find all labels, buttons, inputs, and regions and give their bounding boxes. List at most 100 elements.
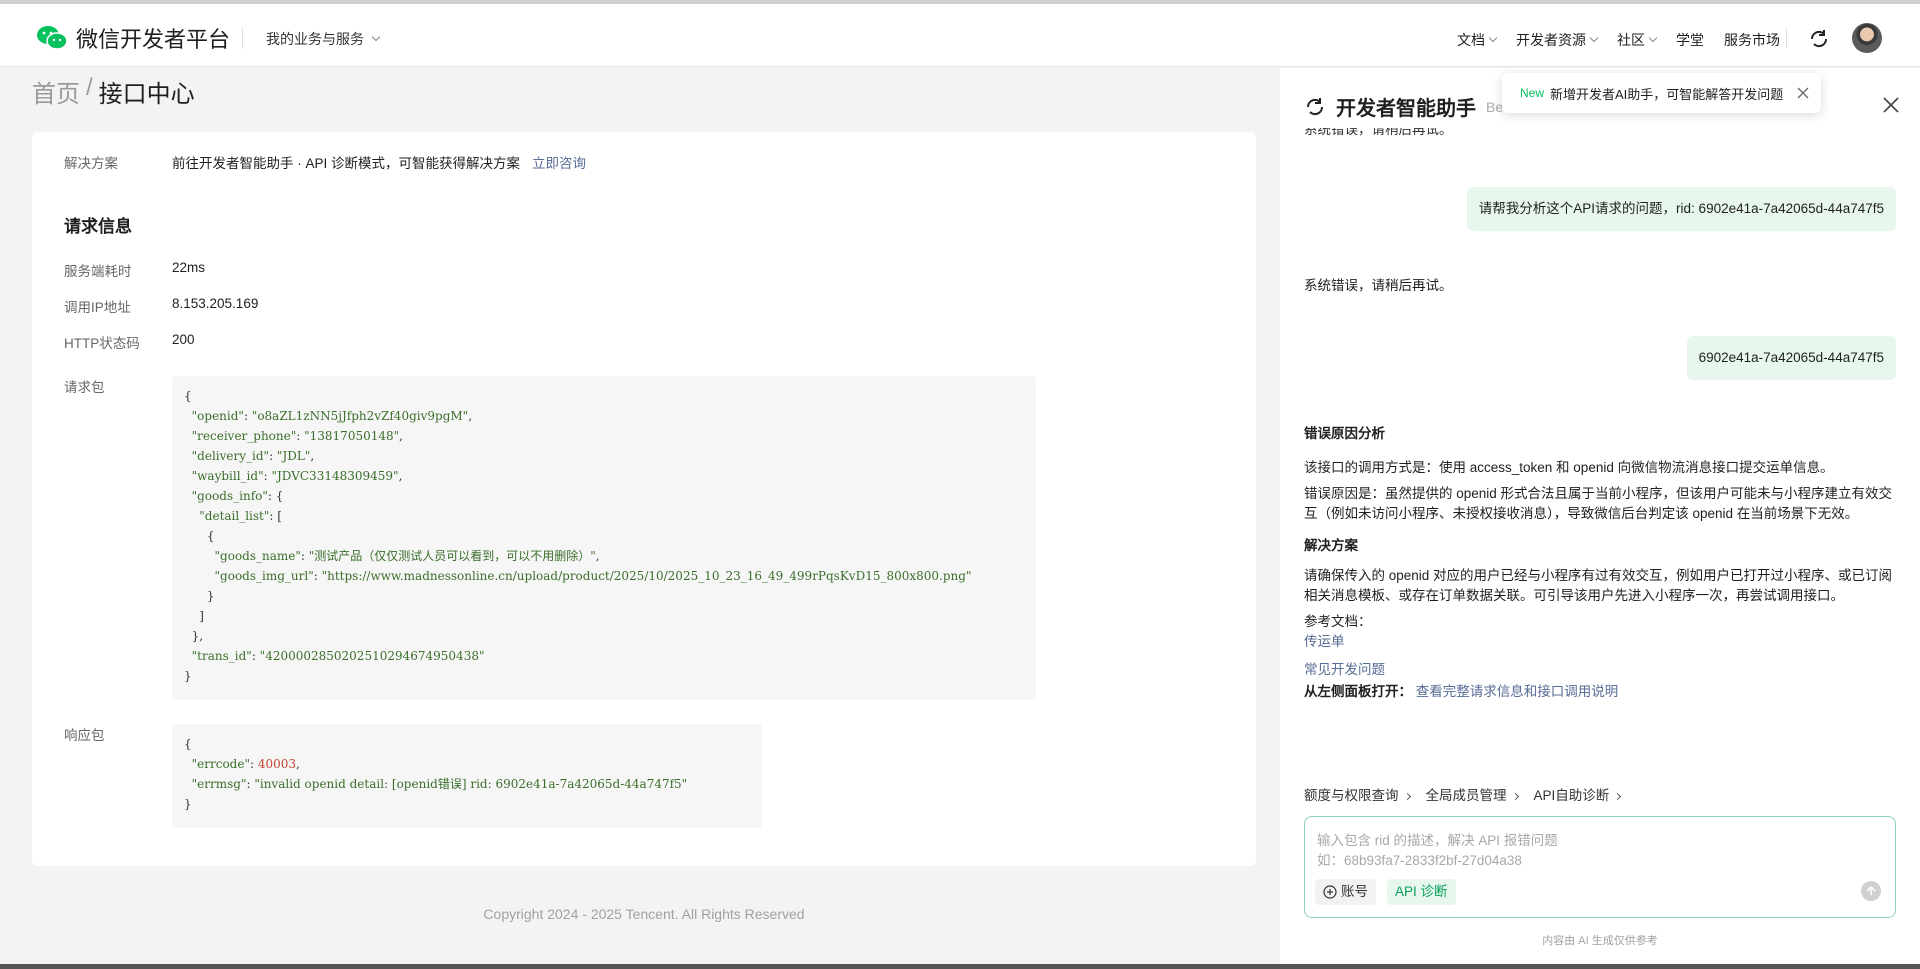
json-value: "4200002850202510294674950438" [259, 649, 485, 663]
quick-action-api-diagnose-label: API自助诊断 [1533, 788, 1610, 803]
nav-community[interactable]: 社区 [1617, 30, 1658, 50]
quick-action-quota-label: 额度与权限查询 [1304, 788, 1399, 803]
logo-text: 微信开发者平台 [76, 27, 231, 52]
assistant-title: 开发者智能助手 [1336, 98, 1476, 120]
cause-paragraph: 该接口的调用方式是：使用 access_token 和 openid 向微信物流… [1304, 460, 1834, 475]
json-value: "JDL" [276, 449, 311, 463]
nav-dev-resources-label: 开发者资源 [1516, 32, 1586, 48]
send-button[interactable] [1861, 881, 1881, 901]
nav-divider-right [1786, 28, 1787, 48]
json-value: "https://www.madnessonline.cn/upload/pro… [321, 569, 972, 583]
top-navbar: 微信开发者平台 我的业务与服务 文档 开发者资源 社区 学堂 服务市场 [0, 0, 1920, 67]
account-chip-label: 账号 [1341, 884, 1368, 899]
quick-action-api-diagnose[interactable]: API自助诊断 [1533, 784, 1622, 804]
open-left-link[interactable]: 查看完整请求信息和接口调用说明 [1416, 684, 1619, 699]
chevron-down-icon [1648, 33, 1658, 43]
consult-now-link[interactable]: 立即咨询 [532, 152, 586, 172]
new-badge: New [1520, 86, 1545, 100]
ai-message-partial-text: 系统错误，请稍后再试。 [1304, 128, 1453, 137]
chat-input-box[interactable]: 输入包含 rid 的描述，解决 API 报错问题 如：68b93fa7-2833… [1304, 816, 1896, 918]
solution-paragraph: 请确保传入的 openid 对应的用户已经与小程序有过有效交互，例如用户已打开过… [1304, 568, 1893, 603]
quick-actions: 额度与权限查询 全局成员管理 API自助诊断 [1304, 784, 1622, 804]
request-info-title: 请求信息 [64, 217, 132, 236]
chevron-down-icon [371, 32, 381, 42]
nav-service-market[interactable]: 服务市场 [1724, 30, 1780, 50]
solution-label: 解决方案 [64, 156, 118, 171]
assistant-refresh-icon[interactable] [1808, 28, 1830, 50]
json-value: "o8aZL1zNN5jJfph2vZf40giv9pgM" [251, 409, 469, 423]
new-feature-toast: New 新增开发者AI助手，可智能解答开发问题 [1502, 73, 1822, 113]
arrow-up-icon [1866, 885, 1876, 895]
beta-tag: Be [1486, 98, 1504, 115]
server-time-row: 服务端耗时 22ms [64, 260, 205, 280]
json-key: "goods_info" [191, 489, 268, 503]
logo[interactable]: 微信开发者平台 [36, 22, 230, 54]
copyright: Copyright 2024 - 2025 Tencent. All Right… [483, 906, 805, 922]
ai-message-partial: 系统错误，请稍后再试。 [1304, 128, 1894, 142]
chevron-right-icon [1614, 792, 1622, 801]
avatar[interactable] [1852, 23, 1882, 53]
biz-services-menu[interactable]: 我的业务与服务 [266, 29, 381, 49]
user-message: 6902e41a-7a42065d-44a747f5 [1686, 336, 1896, 380]
json-key: "receiver_phone" [191, 429, 297, 443]
json-value: 40003 [257, 757, 297, 771]
solution-row: 解决方案 前往开发者智能助手 · API 诊断模式，可智能获得解决方案 立即咨询 [64, 152, 586, 172]
open-left-panel-row: 从左侧面板打开： 查看完整请求信息和接口调用说明 [1304, 682, 1894, 702]
close-icon[interactable] [1882, 96, 1900, 114]
ref-link-waybill[interactable]: 传运单 [1304, 632, 1894, 652]
http-status-row: HTTP状态码 200 [64, 332, 195, 352]
nav-academy[interactable]: 学堂 [1676, 30, 1704, 50]
chevron-down-icon [1589, 33, 1599, 43]
json-value: "JDVC33148309459" [271, 469, 399, 483]
nav-docs[interactable]: 文档 [1457, 30, 1498, 50]
solution-value: 前往开发者智能助手 · API 诊断模式，可智能获得解决方案 [172, 156, 521, 171]
json-key: "delivery_id" [191, 449, 270, 463]
http-status-value: 200 [172, 332, 195, 347]
response-json-block[interactable]: { "errcode": 40003, "errmsg": "invalid o… [172, 724, 762, 828]
assistant-logo-icon [1306, 97, 1324, 115]
open-left-label: 从左侧面板打开： [1304, 684, 1412, 699]
request-body-row: 请求包 [64, 376, 172, 396]
breadcrumb-separator: / [86, 74, 93, 101]
nav-community-label: 社区 [1617, 32, 1645, 48]
json-key: "goods_img_url" [214, 569, 314, 583]
caller-ip-row: 调用IP地址 8.153.205.169 [64, 296, 258, 316]
json-key: "errcode" [191, 757, 250, 771]
assistant-header: 开发者智能助手 Be [1304, 92, 1503, 121]
request-body-label: 请求包 [64, 380, 105, 395]
nav-service-market-label: 服务市场 [1724, 32, 1780, 48]
solution-title: 解决方案 [1304, 538, 1358, 553]
nav-divider [242, 27, 243, 49]
json-key: "trans_id" [191, 649, 252, 663]
breadcrumb-current: 接口中心 [98, 81, 195, 108]
request-json-block[interactable]: { "openid": "o8aZL1zNN5jJfph2vZf40giv9pg… [172, 376, 1036, 700]
chevron-right-icon [1511, 792, 1519, 801]
input-placeholder-example: 如：68b93fa7-2833f2bf-27d04a38 [1317, 853, 1522, 868]
quick-action-quota[interactable]: 额度与权限查询 [1304, 784, 1411, 804]
response-body-label: 响应包 [64, 728, 105, 743]
caller-ip-value: 8.153.205.169 [172, 296, 259, 311]
wechat-logo-icon [37, 26, 68, 50]
http-status-label: HTTP状态码 [64, 336, 140, 351]
ref-docs-label: 参考文档： [1304, 614, 1372, 629]
breadcrumb: 首页 / 接口中心 [32, 74, 195, 109]
close-icon[interactable] [1797, 87, 1809, 99]
quick-action-members-label: 全局成员管理 [1425, 788, 1507, 803]
caller-ip-label: 调用IP地址 [64, 300, 131, 315]
quick-action-members[interactable]: 全局成员管理 [1425, 784, 1519, 804]
assistant-panel: 开发者智能助手 Be 系统错误，请稍后再试。 请帮我分析这个API请求的问题，r… [1280, 68, 1920, 969]
cause-title: 错误原因分析 [1304, 426, 1385, 441]
account-chip[interactable]: 账号 [1315, 879, 1376, 905]
ref-link-faq[interactable]: 常见开发问题 [1304, 660, 1894, 680]
nav-docs-label: 文档 [1457, 32, 1485, 48]
json-value: "测试产品（仅仅测试人员可以看到，可以不用删除）" [308, 549, 596, 563]
nav-dev-resources[interactable]: 开发者资源 [1516, 30, 1599, 50]
json-value: "13817050148" [304, 429, 400, 443]
api-diagnose-chip[interactable]: API 诊断 [1387, 879, 1456, 905]
ai-disclaimer: 内容由 AI 生成仅供参考 [1542, 935, 1658, 947]
breadcrumb-home[interactable]: 首页 [32, 74, 80, 109]
json-key: "detail_list" [199, 509, 270, 523]
toast-text: 新增开发者AI助手，可智能解答开发问题 [1550, 86, 1784, 102]
response-body-row: 响应包 [64, 724, 172, 744]
cause-paragraph: 错误原因是：虽然提供的 openid 形式合法且属于当前小程序，但该用户可能未与… [1304, 486, 1893, 521]
